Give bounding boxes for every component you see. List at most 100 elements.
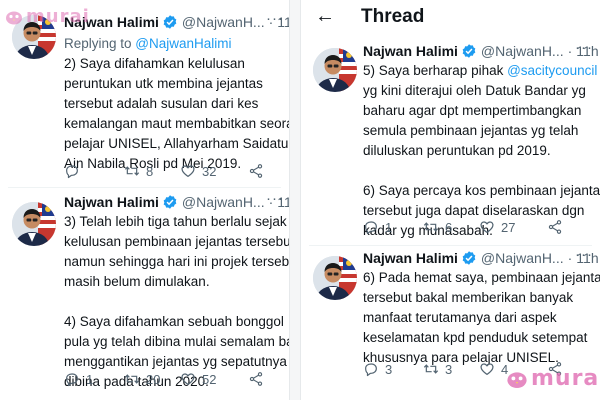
- reply-count: 1: [86, 371, 94, 387]
- author-name[interactable]: Najwan Halimi: [363, 250, 458, 266]
- tweet-text: 3) Telah lebih tiga tahun berlalu sejak …: [64, 212, 290, 392]
- watermark-text: murai: [26, 6, 90, 27]
- author-name[interactable]: Najwan Halimi: [64, 194, 159, 210]
- more-options-icon[interactable]: ···: [575, 246, 593, 263]
- retweet-button[interactable]: 3: [423, 361, 479, 377]
- bird-logo-icon: [507, 371, 527, 388]
- arrow-left-icon[interactable]: ←: [315, 5, 335, 28]
- reply-count: 3: [385, 361, 393, 377]
- verified-badge-icon: [162, 194, 178, 210]
- tweet-line: pelajar UNISEL, Allahyarham Saidatul: [64, 136, 290, 151]
- tweet-line: baharu agar dpt mempertimbangkan: [363, 103, 582, 118]
- tweet-line: tersebut bakal memberikan banyak: [363, 290, 574, 305]
- tweet-actions: 8 32: [64, 163, 280, 179]
- share-icon: [248, 371, 264, 387]
- avatar[interactable]: [12, 202, 56, 246]
- reply-count: 1: [385, 219, 393, 235]
- tweet-line: semula pembinaan jejantas yg telah: [363, 123, 579, 138]
- avatar[interactable]: [313, 48, 357, 92]
- tweet-line: masih belum dimulakan.: [64, 274, 210, 289]
- like-button[interactable]: 32: [180, 163, 248, 179]
- share-icon: [248, 163, 264, 179]
- avatar[interactable]: [313, 256, 357, 300]
- tweet-line: namun sehingga hari ini projek tersebut: [64, 254, 290, 269]
- retweet-button[interactable]: 6: [423, 219, 479, 235]
- author-handle[interactable]: @NajwanH...: [182, 194, 265, 210]
- reply-button[interactable]: 1: [363, 219, 423, 235]
- tweet-line: peruntukan utk membina jejantas: [64, 76, 263, 91]
- tweet-text-prefix: 5) Saya berharap pihak: [363, 63, 508, 78]
- share-button[interactable]: [547, 219, 563, 235]
- tweet-text: 2) Saya difahamkan kelulusan peruntukan …: [64, 54, 290, 174]
- tweet-card[interactable]: Najwan Halimi @NajwanH... · 11h ··· Repl…: [0, 0, 289, 188]
- reply-button[interactable]: [64, 163, 124, 179]
- author-handle[interactable]: @NajwanH...: [182, 14, 265, 30]
- share-button[interactable]: [248, 371, 264, 387]
- tweet-line: 4) Saya difahamkan sebuah bonggol: [64, 314, 284, 329]
- mention-link[interactable]: @sacitycouncil: [507, 63, 597, 78]
- reply-button[interactable]: 1: [64, 371, 124, 387]
- like-icon: [180, 371, 196, 387]
- retweet-button[interactable]: 8: [124, 163, 180, 179]
- tweet-line: manfaat terutamanya dari aspek: [363, 310, 557, 325]
- thread-header: ← Thread: [301, 0, 600, 38]
- replying-to: Replying to @NajwanHalimi: [64, 36, 232, 51]
- like-count: 32: [202, 163, 217, 179]
- tweet-line: pula yg telah dibina mulai semalam bagi: [64, 334, 290, 349]
- page-title: Thread: [361, 6, 425, 27]
- like-button[interactable]: 27: [479, 219, 547, 235]
- tweet-text: 5) Saya berharap pihak @sacitycouncil yg…: [363, 61, 600, 241]
- retweet-icon: [124, 163, 140, 179]
- reply-icon: [363, 219, 379, 235]
- replying-to-handle[interactable]: @NajwanHalimi: [135, 36, 231, 51]
- retweet-count: 20: [146, 371, 161, 387]
- retweet-icon: [423, 219, 439, 235]
- tweet-line: kemalangan maut membabitkan seorang: [64, 116, 290, 131]
- verified-badge-icon: [162, 14, 178, 30]
- tweet-line: 5) Saya berharap pihak @sacitycouncil: [363, 61, 600, 81]
- author-handle[interactable]: @NajwanH...: [481, 43, 564, 59]
- author-name[interactable]: Najwan Halimi: [363, 43, 458, 59]
- separator-dot: ·: [567, 250, 573, 266]
- retweet-count: 3: [445, 361, 453, 377]
- bird-logo-icon: [6, 11, 22, 24]
- tweet-line: tersebut juga dapat diselaraskan dgn: [363, 203, 585, 218]
- author-handle[interactable]: @NajwanH...: [481, 250, 564, 266]
- tweet-line: diluluskan peruntukan pd 2019.: [363, 143, 551, 158]
- replying-to-prefix: Replying to: [64, 36, 136, 51]
- verified-badge-icon: [461, 43, 477, 59]
- tweet-card[interactable]: Najwan Halimi @NajwanH... · 11h ··· 5) S…: [301, 36, 600, 246]
- like-icon: [479, 361, 495, 377]
- right-thread-panel: ← Thread Najwan Halimi @NajwanH... · 11h…: [300, 0, 600, 400]
- tweet-actions: 1 20 52: [64, 371, 280, 387]
- reply-button[interactable]: 3: [363, 361, 423, 377]
- retweet-icon: [423, 361, 439, 377]
- like-button[interactable]: 52: [180, 371, 248, 387]
- share-icon: [547, 219, 563, 235]
- more-options-icon[interactable]: ···: [266, 10, 284, 27]
- like-count: 27: [501, 219, 516, 235]
- tweet-card[interactable]: Najwan Halimi @NajwanH... · 11h ··· 3) T…: [0, 188, 289, 400]
- separator-dot: ·: [567, 43, 573, 59]
- retweet-count: 6: [445, 219, 453, 235]
- like-icon: [180, 163, 196, 179]
- tweet-line: menggantikan jejantas yg sepatutnya: [64, 354, 287, 369]
- share-button[interactable]: [248, 163, 264, 179]
- more-options-icon[interactable]: ···: [266, 190, 284, 207]
- more-options-icon[interactable]: ···: [575, 39, 593, 56]
- murai-watermark: murai: [4, 6, 90, 27]
- watermark-text: murai: [531, 366, 600, 391]
- verified-badge-icon: [461, 250, 477, 266]
- tweet-header: Najwan Halimi @NajwanH... · 11h: [64, 14, 289, 30]
- tweet-actions: 1 6 27: [363, 219, 589, 235]
- tweet-line: kelulusan pembinaan jejantas tersebut: [64, 234, 290, 249]
- retweet-count: 8: [146, 163, 154, 179]
- retweet-icon: [124, 371, 140, 387]
- retweet-button[interactable]: 20: [124, 371, 180, 387]
- tweet-line: 3) Telah lebih tiga tahun berlalu sejak: [64, 214, 287, 229]
- tweet-line: 6) Pada hemat saya, pembinaan jejantas: [363, 270, 600, 285]
- tweet-header: Najwan Halimi @NajwanH... · 11h: [363, 43, 599, 59]
- reply-icon: [64, 163, 80, 179]
